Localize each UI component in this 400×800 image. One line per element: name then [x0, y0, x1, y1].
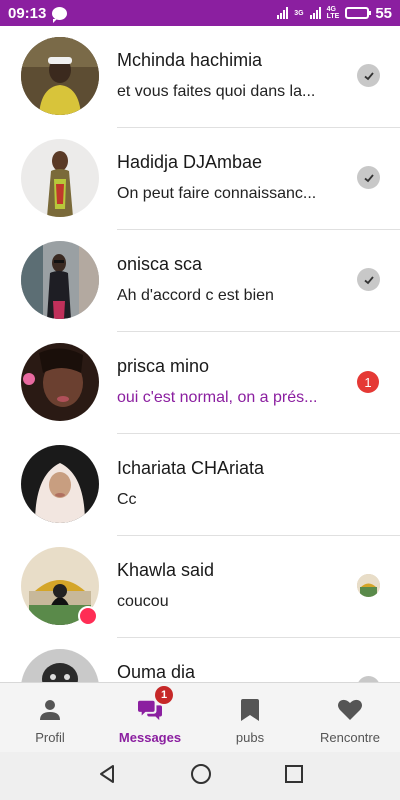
contact-name: Mchinda hachimia	[117, 50, 263, 70]
conversation-item[interactable]: Khawla said coucou	[0, 536, 400, 638]
read-check-icon	[357, 268, 380, 291]
nav-label: Profil	[35, 730, 65, 745]
status-left: 09:13	[8, 4, 68, 23]
conversation-item[interactable]: prisca mino oui c'est normal, on a prés.…	[0, 332, 400, 434]
avatar-photo	[21, 343, 99, 421]
conversation-text: Hadidja DJAmbae On peut faire connaissan…	[117, 152, 341, 203]
back-icon[interactable]	[97, 764, 117, 789]
conversation-text: prisca mino oui c'est normal, on a prés.…	[117, 356, 341, 407]
contact-name: prisca mino	[117, 356, 210, 376]
status-right: 3G 4G LTE 55	[277, 5, 392, 22]
contact-name: Hadidja DJAmbae	[117, 152, 263, 172]
status-bar: 09:13 3G 4G LTE 55	[0, 0, 400, 26]
avatar-photo	[21, 241, 99, 319]
contact-name: Khawla said	[117, 560, 215, 580]
avatar[interactable]	[21, 139, 99, 217]
conversation-item[interactable]: Ouma dia	[0, 638, 400, 682]
chat-notification-icon	[52, 6, 68, 23]
contact-name: onisca sca	[117, 254, 203, 274]
avatar[interactable]	[21, 241, 99, 319]
conversation-text: Khawla said coucou	[117, 560, 341, 611]
avatar[interactable]	[21, 445, 99, 523]
nav-item-pubs[interactable]: pubs	[200, 683, 300, 752]
recents-icon[interactable]	[285, 764, 304, 788]
avatar-photo	[21, 649, 99, 682]
nav-item-profil[interactable]: Profil	[0, 683, 100, 752]
messages-badge: 1	[155, 686, 173, 704]
message-preview: oui c'est normal, on a prés...	[117, 389, 318, 406]
conversation-text: onisca sca Ah d'accord c est bien	[117, 254, 341, 305]
conversation-item[interactable]: Hadidja DJAmbae On peut faire connaissan…	[0, 128, 400, 230]
system-nav-bar	[0, 752, 400, 800]
nav-item-messages[interactable]: 1 Messages	[100, 683, 200, 752]
bookmark-icon	[238, 698, 262, 722]
conversation-text: Ichariata CHAriata Cc	[117, 458, 341, 509]
conversation-text: Mchinda hachimia et vous faites quoi dan…	[117, 50, 341, 101]
home-icon[interactable]	[190, 763, 212, 790]
nav-label: Messages	[118, 730, 182, 745]
battery-icon	[345, 7, 372, 19]
message-preview: et vous faites quoi dans la...	[117, 83, 316, 100]
message-preview: Cc	[117, 491, 137, 508]
conversation-item[interactable]: Mchinda hachimia et vous faites quoi dan…	[0, 26, 400, 128]
avatar[interactable]	[21, 649, 99, 682]
contact-name: Ouma dia	[117, 662, 196, 682]
nav-item-rencontre[interactable]: Rencontre	[300, 683, 400, 752]
status-time: 09:13	[8, 4, 47, 22]
seen-avatar-icon	[357, 574, 380, 597]
battery-level: 55	[375, 4, 392, 22]
conversation-item[interactable]: Ichariata CHAriata Cc	[0, 434, 400, 536]
message-preview: Ah d'accord c est bien	[117, 287, 274, 304]
nav-label: pubs	[235, 730, 265, 745]
conversation-item[interactable]: onisca sca Ah d'accord c est bien	[0, 230, 400, 332]
message-preview: coucou	[117, 593, 169, 610]
heart-icon	[338, 698, 362, 722]
contact-name: Ichariata CHAriata	[117, 458, 265, 478]
message-preview: On peut faire connaissanc...	[117, 185, 317, 202]
conversation-text: Ouma dia	[117, 662, 341, 682]
avatar-photo	[21, 37, 99, 115]
read-check-icon	[357, 166, 380, 189]
avatar-photo	[21, 139, 99, 217]
avatar-photo	[21, 445, 99, 523]
read-check-icon	[357, 64, 380, 87]
conversation-list[interactable]: Mchinda hachimia et vous faites quoi dan…	[0, 26, 400, 682]
bottom-nav: Profil 1 Messages pubs Rencontre	[0, 682, 400, 752]
network-type-icon-2: 4G LTE	[326, 6, 340, 20]
signal-strength-icon-2	[309, 7, 321, 19]
network-type-icon: 3G	[294, 9, 304, 17]
avatar[interactable]	[21, 37, 99, 115]
story-indicator	[78, 606, 98, 626]
person-icon	[38, 698, 62, 722]
avatar[interactable]	[21, 343, 99, 421]
nav-label: Rencontre	[320, 730, 380, 745]
unread-count-badge: 1	[357, 371, 379, 393]
signal-strength-icon	[277, 7, 289, 19]
